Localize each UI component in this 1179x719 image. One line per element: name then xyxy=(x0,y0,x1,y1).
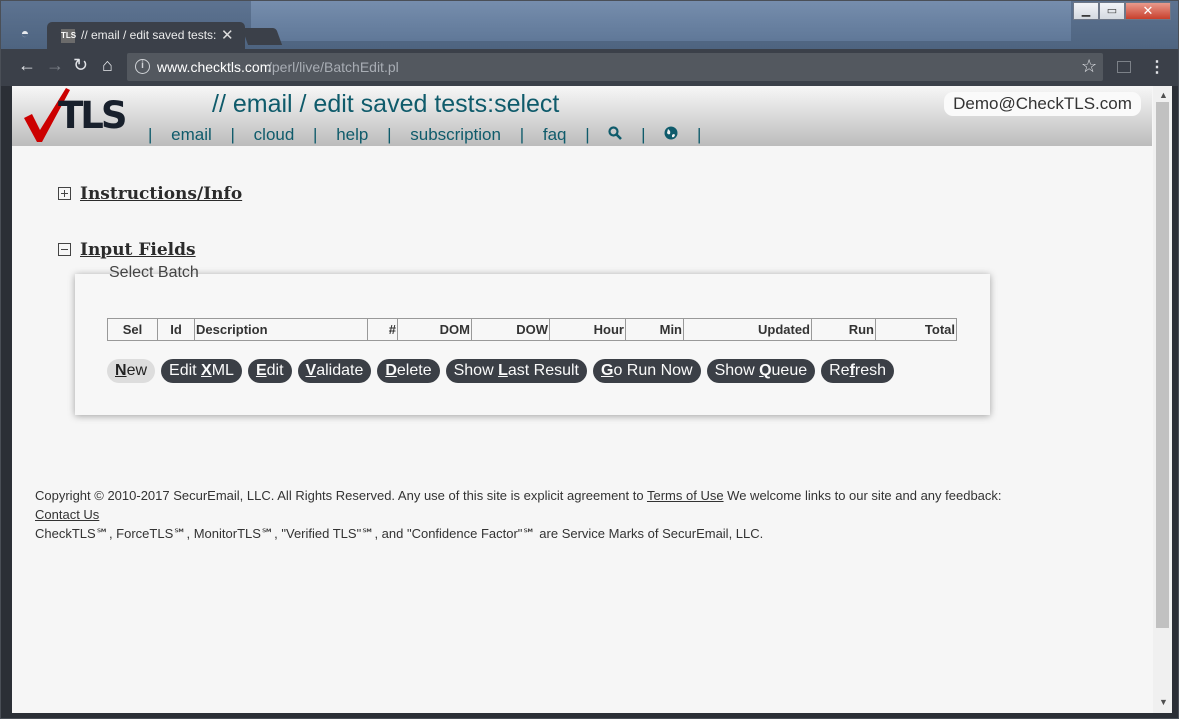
nav-faq[interactable]: faq xyxy=(543,125,567,145)
tab-active[interactable]: TLS // email / edit saved tests: ✕ xyxy=(47,22,245,49)
col-run[interactable]: Run xyxy=(811,318,876,341)
col-number[interactable]: # xyxy=(367,318,398,341)
scroll-up-icon[interactable]: ▲ xyxy=(1159,90,1168,100)
footer: Copyright © 2010-2017 SecurEmail, LLC. A… xyxy=(35,486,1002,543)
col-sel[interactable]: Sel xyxy=(107,318,158,341)
batch-table: Sel Id Description # DOM DOW Hour Min Up… xyxy=(107,318,957,341)
reload-icon[interactable]: ↻ xyxy=(73,55,88,76)
title-bar: ◓ TLS // email / edit saved tests: ✕ ▁ ▭… xyxy=(1,1,1178,49)
background-blur xyxy=(251,1,1071,41)
page-viewport: TLS // email / edit saved tests:select D… xyxy=(12,86,1172,713)
checktls-logo[interactable]: TLS xyxy=(22,86,127,146)
url-host: www.checktls.com xyxy=(157,59,272,75)
refresh-button[interactable]: Refresh xyxy=(821,359,895,383)
tab-title: // email / edit saved tests: xyxy=(81,28,217,42)
scroll-down-icon[interactable]: ▼ xyxy=(1159,697,1168,707)
service-marks-line: CheckTLS℠, ForceTLS℠, MonitorTLS℠, "Veri… xyxy=(35,526,764,541)
home-icon[interactable]: ⌂ xyxy=(102,55,113,76)
fieldset-legend: Select Batch xyxy=(109,264,199,281)
select-batch-fieldset xyxy=(75,274,990,415)
expand-icon xyxy=(58,187,71,200)
nav-subscription[interactable]: subscription xyxy=(410,125,501,145)
close-tab-icon[interactable]: ✕ xyxy=(221,26,234,44)
input-fields-toggle[interactable]: Input Fields xyxy=(58,240,196,260)
validate-button[interactable]: Validate xyxy=(297,359,372,383)
back-arrow-icon[interactable]: ← xyxy=(18,55,36,76)
window-controls: ▁ ▭ ✕ xyxy=(1073,2,1171,22)
col-total[interactable]: Total xyxy=(875,318,957,341)
maximize-button[interactable]: ▭ xyxy=(1099,2,1125,20)
instructions-label: Instructions/Info xyxy=(80,184,243,204)
browser-toolbar: ← → ↻ ⌂ i www.checktls.com /perl/live/Ba… xyxy=(1,49,1178,86)
instructions-toggle[interactable]: Instructions/Info xyxy=(58,184,242,204)
new-tab-button[interactable] xyxy=(241,28,283,45)
collapse-icon xyxy=(58,243,71,256)
favicon-icon: TLS xyxy=(61,29,76,43)
nav-separator: | xyxy=(313,125,318,144)
button-row: New Edit XML Edit Validate Delete Show L… xyxy=(107,359,900,383)
vertical-scrollbar[interactable]: ▲ ▼ xyxy=(1153,86,1172,713)
site-header: TLS // email / edit saved tests:select D… xyxy=(12,86,1152,146)
logo-text: TLS xyxy=(58,94,127,137)
col-min[interactable]: Min xyxy=(625,318,684,341)
nav-separator: | xyxy=(641,125,646,144)
nav-cloud[interactable]: cloud xyxy=(254,125,295,145)
copyright-line: Copyright © 2010-2017 SecurEmail, LLC. A… xyxy=(35,488,1002,503)
edit-button[interactable]: Edit xyxy=(247,359,292,383)
col-dom[interactable]: DOM xyxy=(397,318,472,341)
close-window-button[interactable]: ✕ xyxy=(1125,2,1171,20)
col-description[interactable]: Description xyxy=(194,318,368,341)
go-run-now-button[interactable]: Go Run Now xyxy=(593,359,701,383)
col-dow[interactable]: DOW xyxy=(471,318,550,341)
scroll-thumb[interactable] xyxy=(1156,102,1169,628)
show-last-result-button[interactable]: Show Last Result xyxy=(445,359,587,383)
edit-xml-button[interactable]: Edit XML xyxy=(161,359,242,383)
delete-button[interactable]: Delete xyxy=(377,359,440,383)
address-bar[interactable]: i www.checktls.com /perl/live/BatchEdit.… xyxy=(127,53,1103,81)
url-path: /perl/live/BatchEdit.pl xyxy=(268,59,399,75)
nav-help[interactable]: help xyxy=(336,125,368,145)
nav-separator: | xyxy=(697,125,702,144)
page-title: // email / edit saved tests:select xyxy=(212,90,560,118)
search-icon[interactable] xyxy=(608,125,623,145)
menu-kebab-icon[interactable]: ⋮ xyxy=(1149,57,1165,77)
bookmark-star-icon[interactable]: ☆ xyxy=(1081,56,1097,77)
show-queue-button[interactable]: Show Queue xyxy=(706,359,816,383)
minimize-button[interactable]: ▁ xyxy=(1073,2,1099,20)
extension-icon[interactable] xyxy=(1117,61,1131,73)
col-id[interactable]: Id xyxy=(157,318,195,341)
nav-separator: | xyxy=(519,125,525,144)
col-updated[interactable]: Updated xyxy=(683,318,812,341)
browser-window: ◓ TLS // email / edit saved tests: ✕ ▁ ▭… xyxy=(0,0,1179,719)
info-icon[interactable]: i xyxy=(135,59,150,74)
new-button[interactable]: New xyxy=(107,359,156,383)
nav-separator: | xyxy=(387,125,392,144)
col-hour[interactable]: Hour xyxy=(549,318,626,341)
table-header-row: Sel Id Description # DOM DOW Hour Min Up… xyxy=(107,318,957,341)
nav-separator: | xyxy=(148,125,153,144)
terms-link[interactable]: Terms of Use xyxy=(647,488,724,503)
nav-separator: | xyxy=(585,125,590,144)
user-account[interactable]: Demo@CheckTLS.com xyxy=(944,92,1141,116)
input-fields-label: Input Fields xyxy=(80,240,196,260)
forward-arrow-icon[interactable]: → xyxy=(46,55,64,76)
nav-email[interactable]: email xyxy=(171,125,212,145)
incognito-icon: ◓ xyxy=(20,25,30,41)
globe-icon[interactable] xyxy=(664,125,678,145)
contact-link[interactable]: Contact Us xyxy=(35,507,99,522)
main-nav: | email | cloud | help | subscription | … xyxy=(148,125,715,145)
nav-separator: | xyxy=(230,125,235,144)
